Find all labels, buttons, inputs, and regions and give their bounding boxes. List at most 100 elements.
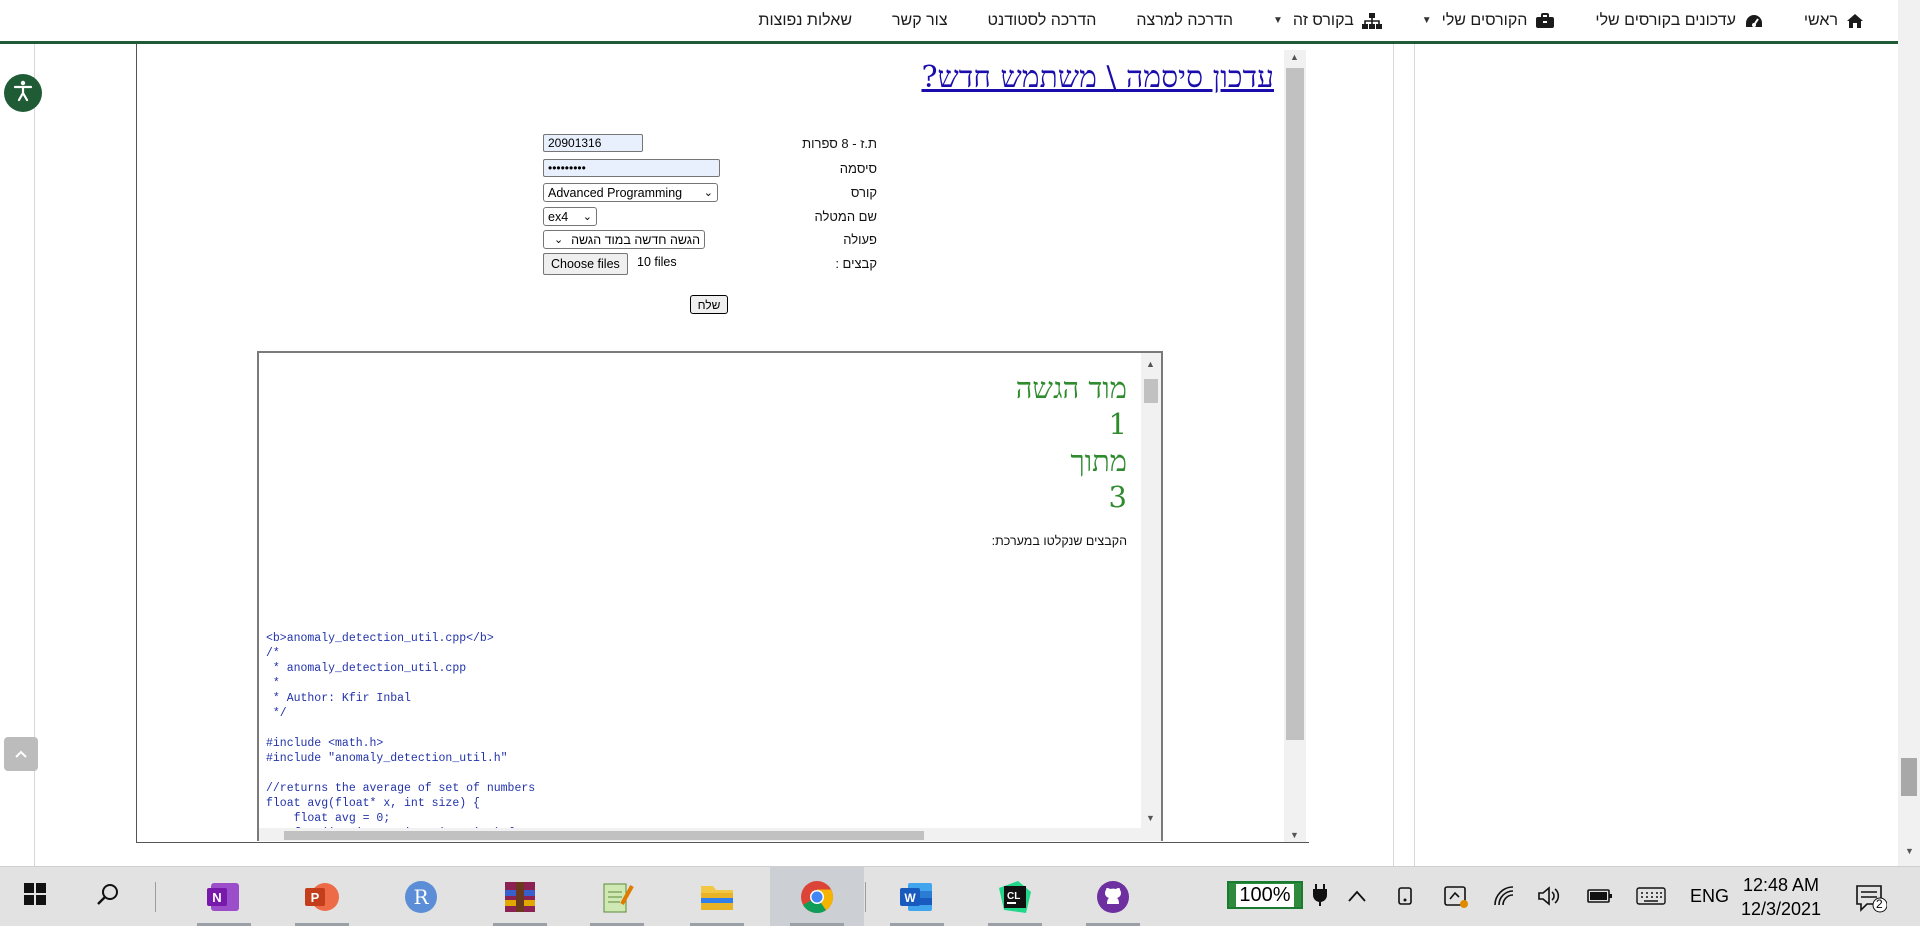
update-password-link[interactable]: עדכון סיסמה \ משתמש חדש? (921, 60, 1274, 95)
chevron-up-icon (15, 745, 27, 763)
chevron-down-icon: ⌄ (703, 187, 713, 199)
svg-text:CL: CL (1007, 891, 1020, 902)
clock-time: 12:48 AM (1742, 875, 1820, 895)
notepad-icon (603, 883, 634, 912)
word-icon: W (900, 882, 932, 911)
id-input[interactable]: 20901316 (543, 134, 643, 152)
chevron-down-icon: ⌄ (554, 234, 564, 246)
id-label: ת.ז - 8 ספרות (802, 136, 877, 151)
task-select[interactable]: ex4 ⌄ (543, 207, 597, 226)
right-divider (1393, 44, 1394, 866)
files-label: קבצים : (835, 256, 877, 271)
task-label: שם המטלה (814, 209, 877, 224)
onenote-icon: N (207, 882, 239, 911)
windows-icon (23, 882, 47, 911)
nav-this-course-label: בקורס זה (1292, 11, 1354, 29)
notifications-button[interactable]: 2 (1855, 883, 1888, 918)
nav-this-course[interactable]: בקורס זה ▼ (1273, 12, 1382, 30)
nav-faq-label: שאלות נפוצות (758, 11, 852, 29)
system-clock[interactable]: 12:48 AM 12/3/2021 (1732, 873, 1830, 921)
zoom-level-indicator[interactable]: 100% (1227, 881, 1303, 909)
accessibility-icon (11, 79, 35, 108)
password-label: סיסמה (839, 161, 877, 176)
action-select[interactable]: הגשה חדשה במוד הגשה ⌄ (543, 230, 705, 249)
file-explorer-icon (701, 885, 733, 910)
mode-total: 3 (1108, 480, 1127, 514)
language-indicator[interactable]: ENG (1690, 886, 1729, 907)
result-horizontal-scrollbar[interactable] (259, 828, 1141, 841)
scrollbar-thumb[interactable] (1144, 379, 1158, 403)
scrollbar-thumb[interactable] (1286, 68, 1304, 740)
power-plug-icon[interactable] (1312, 883, 1328, 912)
zoom-level-value: 100% (1236, 883, 1294, 907)
accessibility-button[interactable] (4, 74, 42, 112)
wifi-icon[interactable] (1493, 885, 1515, 912)
update-icon[interactable] (1443, 883, 1469, 914)
clock-date: 12/3/2021 (1740, 899, 1822, 919)
svg-text:R: R (413, 885, 429, 909)
briefcase-icon (1535, 12, 1555, 29)
send-button[interactable]: שלח (690, 295, 728, 314)
taskbar-separator (155, 882, 156, 912)
page-scrollbar[interactable]: ▼ (1898, 0, 1920, 866)
svg-text:P: P (311, 890, 320, 905)
submission-result-frame: מוד הגשה 1 מתוך 3 הקבצים שנקלטו במערכת: … (257, 351, 1163, 841)
keyboard-icon[interactable] (1636, 887, 1666, 910)
meet-icon[interactable] (1396, 885, 1416, 912)
volume-icon[interactable] (1537, 885, 1561, 912)
taskbar-app-word[interactable]: W (882, 867, 952, 926)
scroll-up-arrow-icon[interactable]: ▲ (1146, 359, 1155, 369)
nav-contact-label: צור קשר (892, 11, 948, 29)
nav-my-courses[interactable]: הקורסים שלי ▼ (1422, 12, 1556, 30)
nav-course-updates[interactable]: עדכונים בקורסים שלי (1595, 12, 1763, 30)
password-input[interactable]: ••••••••• (543, 159, 720, 177)
notification-count: 2 (1876, 897, 1883, 911)
scroll-to-top-button[interactable] (4, 737, 38, 771)
nav-student-guide[interactable]: הדרכה לסטודנט (988, 12, 1097, 30)
result-vertical-scrollbar[interactable]: ▲ ▼ (1141, 353, 1161, 841)
nav-faq[interactable]: שאלות נפוצות (758, 12, 852, 30)
scroll-down-arrow-icon[interactable]: ▼ (1905, 846, 1914, 856)
taskbar-app-file-explorer[interactable] (682, 867, 752, 926)
scrollbar-thumb[interactable] (284, 831, 924, 840)
powerpoint-icon: P (305, 882, 339, 911)
taskbar-app-chrome[interactable] (770, 867, 864, 926)
taskbar-app-notepad[interactable] (582, 867, 652, 926)
nav-lecturer-guide[interactable]: הדרכה למרצה (1136, 12, 1233, 30)
scroll-down-arrow-icon[interactable]: ▼ (1146, 813, 1155, 823)
of-label: מתוך (1070, 444, 1127, 478)
github-icon (1097, 880, 1129, 913)
scrollbar-thumb[interactable] (1901, 758, 1917, 796)
nav-home-label: ראשי (1803, 11, 1838, 29)
winrar-icon (505, 881, 535, 912)
frame-scrollbar[interactable]: ▲ ▼ (1284, 50, 1306, 842)
scroll-down-arrow-icon[interactable]: ▼ (1290, 830, 1299, 840)
nav-my-courses-label: הקורסים שלי (1441, 11, 1528, 29)
taskbar-app-github[interactable] (1078, 867, 1148, 926)
search-button[interactable] (73, 867, 143, 926)
start-button[interactable] (0, 867, 70, 926)
chevron-down-icon: ⌄ (582, 211, 592, 223)
scroll-up-arrow-icon[interactable]: ▲ (1290, 52, 1299, 62)
received-files-caption: הקבצים שנקלטו במערכת: (991, 534, 1127, 548)
taskbar-app-clion[interactable]: CL (980, 867, 1050, 926)
svg-text:W: W (904, 891, 916, 905)
chevron-down-icon: ▼ (1421, 15, 1432, 26)
choose-files-button[interactable]: Choose files (543, 253, 628, 275)
taskbar-app-powerpoint[interactable]: P (287, 867, 357, 926)
chevron-down-icon: ▼ (1273, 15, 1283, 26)
nav-contact[interactable]: צור קשר (892, 12, 948, 30)
dashboard-icon (1744, 13, 1764, 29)
code-listing: <b>anomaly_detection_util.cpp</b> /* * a… (266, 632, 536, 840)
taskbar-app-onenote[interactable]: N (189, 867, 259, 926)
battery-icon[interactable] (1587, 887, 1613, 910)
top-navbar: ראשי עדכונים בקורסים שלי הקורסים שלי ▼ ב… (0, 0, 1898, 44)
taskbar-app-winrar[interactable] (485, 867, 555, 926)
nav-home[interactable]: ראשי (1804, 12, 1864, 30)
taskbar-separator (865, 882, 866, 912)
course-select[interactable]: Advanced Programming ⌄ (543, 183, 718, 202)
files-count: 10 files (637, 255, 677, 269)
chevron-up-icon[interactable] (1348, 889, 1366, 907)
taskbar-app-r[interactable]: R (386, 867, 456, 926)
nav-lecturer-guide-label: הדרכה למרצה (1136, 11, 1234, 29)
